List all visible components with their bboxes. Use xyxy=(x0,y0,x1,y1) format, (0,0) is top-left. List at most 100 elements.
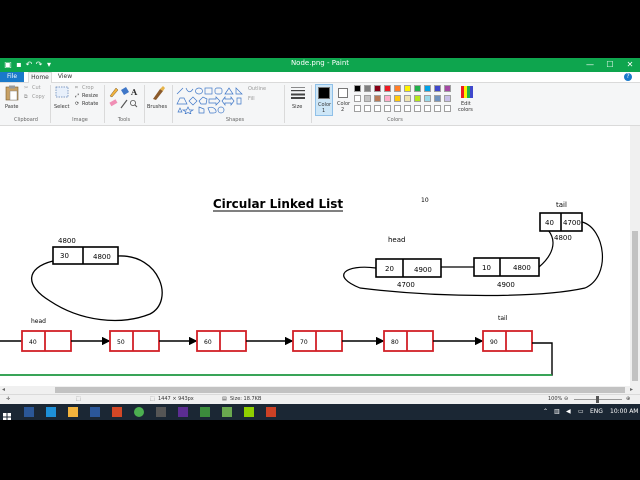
selection-size-icon: ⬚ xyxy=(76,396,81,402)
svg-text:A: A xyxy=(130,87,138,97)
file-size: Size: 18.7KB xyxy=(230,396,262,402)
palette-color-swatch[interactable] xyxy=(424,95,431,102)
vertical-scroll-thumb[interactable] xyxy=(632,231,638,381)
custom-color-slot[interactable] xyxy=(364,105,371,112)
powerpoint-icon[interactable] xyxy=(112,407,122,417)
canvas-drawing[interactable]: Circular Linked List 10 4800 30 4800 hea… xyxy=(0,126,630,386)
group-separator xyxy=(144,85,145,123)
help-icon[interactable]: ? xyxy=(624,73,632,81)
visual-studio-icon[interactable] xyxy=(178,407,188,417)
palette-color-swatch[interactable] xyxy=(354,85,361,92)
taskbar: ⌃ ▥ ◀ ▭ ENG 10:00 AM xyxy=(0,404,640,420)
tab-file[interactable]: File xyxy=(0,72,24,82)
custom-color-slot[interactable] xyxy=(354,105,361,112)
fill-icon[interactable] xyxy=(121,87,129,95)
palette-color-swatch[interactable] xyxy=(374,85,381,92)
shapes-gallery[interactable] xyxy=(175,86,245,114)
battery-icon[interactable]: ▭ xyxy=(578,408,584,415)
palette-color-swatch[interactable] xyxy=(354,95,361,102)
custom-color-slot[interactable] xyxy=(424,105,431,112)
taskbar-app-icon[interactable] xyxy=(244,407,254,417)
palette-color-swatch[interactable] xyxy=(394,85,401,92)
top-black-bar xyxy=(0,0,640,58)
color2-button[interactable]: Color 2 xyxy=(335,84,353,116)
taskbar-app-icon[interactable] xyxy=(266,407,276,417)
zoom-out-button[interactable]: ⊖ xyxy=(564,396,568,402)
paste-button[interactable]: Paste xyxy=(4,85,20,113)
close-button[interactable]: ✕ xyxy=(622,59,638,71)
tab-home[interactable]: Home xyxy=(28,72,52,83)
list2-node: 80 xyxy=(383,330,434,352)
zoom-slider[interactable] xyxy=(574,396,622,403)
resize-button[interactable]: Resize xyxy=(82,93,98,99)
diagram-title: Circular Linked List xyxy=(213,197,344,211)
text-icon[interactable]: A xyxy=(130,87,138,97)
custom-color-slot[interactable] xyxy=(444,105,451,112)
brushes-button[interactable]: Brushes xyxy=(147,85,169,115)
palette-color-swatch[interactable] xyxy=(444,85,451,92)
paste-label: Paste xyxy=(5,104,19,110)
palette-color-swatch[interactable] xyxy=(364,95,371,102)
minimize-button[interactable]: — xyxy=(582,59,598,71)
palette-color-swatch[interactable] xyxy=(404,95,411,102)
palette-color-swatch[interactable] xyxy=(424,85,431,92)
palette-color-swatch[interactable] xyxy=(444,95,451,102)
color-picker-icon[interactable] xyxy=(120,99,128,109)
shape-fill-button[interactable]: Fill xyxy=(248,96,255,102)
palette-color-swatch[interactable] xyxy=(364,85,371,92)
tray-chevron-icon[interactable]: ⌃ xyxy=(543,408,548,415)
vertical-scrollbar[interactable] xyxy=(630,126,640,386)
scroll-left-arrow-icon[interactable]: ◂ xyxy=(2,386,5,393)
edit-colors-button[interactable]: Edit colors xyxy=(456,85,478,117)
palette-color-swatch[interactable] xyxy=(414,95,421,102)
file-explorer-icon[interactable] xyxy=(68,407,78,417)
palette-color-swatch[interactable] xyxy=(404,85,411,92)
palette-color-swatch[interactable] xyxy=(434,95,441,102)
horizontal-scroll-thumb[interactable] xyxy=(55,387,625,393)
eraser-icon[interactable] xyxy=(109,99,118,107)
bottom-black-bar xyxy=(0,420,640,480)
word-icon[interactable] xyxy=(90,407,100,417)
color1-button[interactable]: Color 1 xyxy=(315,84,333,116)
custom-color-slot[interactable] xyxy=(394,105,401,112)
palette-color-swatch[interactable] xyxy=(434,85,441,92)
network-icon[interactable]: ▥ xyxy=(554,408,560,415)
clock-time[interactable]: 10:00 AM xyxy=(610,408,638,415)
rotate-button[interactable]: Rotate xyxy=(82,101,98,107)
custom-color-slot[interactable] xyxy=(384,105,391,112)
copy-button[interactable]: Copy xyxy=(32,94,45,100)
drawing-canvas[interactable]: Circular Linked List 10 4800 30 4800 hea… xyxy=(0,126,630,386)
taskbar-app-icon[interactable] xyxy=(24,407,34,417)
custom-color-slot[interactable] xyxy=(414,105,421,112)
tab-view[interactable]: View xyxy=(54,72,76,82)
custom-color-slot[interactable] xyxy=(404,105,411,112)
crop-button[interactable]: Crop xyxy=(82,85,94,91)
chrome-icon[interactable] xyxy=(134,407,144,417)
pencil-icon[interactable] xyxy=(109,87,119,98)
custom-color-slot[interactable] xyxy=(374,105,381,112)
magnifier-icon[interactable] xyxy=(129,99,138,108)
palette-color-swatch[interactable] xyxy=(384,85,391,92)
input-language[interactable]: ENG xyxy=(590,408,603,415)
internet-explorer-icon[interactable] xyxy=(46,407,56,417)
volume-icon[interactable]: ◀ xyxy=(566,408,571,415)
taskbar-app-icon[interactable] xyxy=(200,407,210,417)
zoom-slider-thumb[interactable] xyxy=(596,396,599,403)
palette-color-swatch[interactable] xyxy=(394,95,401,102)
palette-color-swatch[interactable] xyxy=(384,95,391,102)
start-windows-icon[interactable] xyxy=(2,407,12,420)
paint-taskbar-icon[interactable] xyxy=(222,407,232,417)
horizontal-scrollbar[interactable]: ◂ ▸ xyxy=(0,386,640,394)
taskbar-app-icon[interactable] xyxy=(156,407,166,417)
shape-outline-button[interactable]: Outline xyxy=(248,86,266,92)
cut-button[interactable]: Cut xyxy=(32,85,41,91)
size-button[interactable]: Size xyxy=(289,85,307,115)
custom-color-slot[interactable] xyxy=(434,105,441,112)
palette-color-swatch[interactable] xyxy=(414,85,421,92)
select-button[interactable]: Select xyxy=(53,85,71,113)
maximize-button[interactable]: ☐ xyxy=(602,59,618,71)
zoom-in-button[interactable]: ⊕ xyxy=(626,396,630,402)
scroll-right-arrow-icon[interactable]: ▸ xyxy=(630,386,633,393)
list2-head-label: head xyxy=(31,318,46,325)
palette-color-swatch[interactable] xyxy=(374,95,381,102)
